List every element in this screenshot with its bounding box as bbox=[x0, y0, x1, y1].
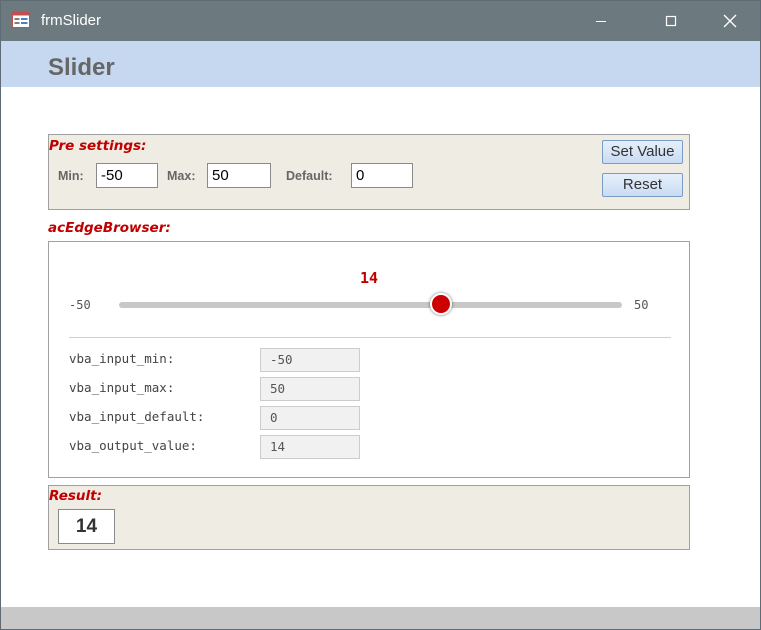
default-label: Default: bbox=[286, 169, 333, 183]
edge-browser-control[interactable]: 14 -50 50 vba_input_min: -50 vba_input_m… bbox=[48, 241, 690, 478]
result-panel: Result: 14 bbox=[48, 485, 690, 550]
form-header: Slider bbox=[1, 41, 760, 87]
title-bar: frmSlider bbox=[1, 1, 760, 41]
slider-min-label: -50 bbox=[69, 298, 91, 312]
vba-input-default-field: 0 bbox=[260, 406, 360, 430]
vba-input-min-label: vba_input_min: bbox=[69, 351, 175, 366]
reset-button[interactable]: Reset bbox=[602, 173, 683, 197]
slider-track[interactable] bbox=[119, 302, 622, 308]
result-value-box[interactable]: 14 bbox=[58, 509, 115, 544]
slider-thumb[interactable] bbox=[429, 293, 452, 315]
max-label: Max: bbox=[167, 169, 196, 183]
default-input[interactable]: 0 bbox=[351, 163, 413, 188]
maximize-button[interactable] bbox=[648, 1, 694, 41]
minimize-button[interactable] bbox=[578, 1, 624, 41]
presettings-panel: Pre settings: Min: -50 Max: 50 Default: … bbox=[48, 134, 690, 210]
window-title: frmSlider bbox=[41, 12, 102, 29]
vba-input-default-label: vba_input_default: bbox=[69, 409, 205, 424]
form-icon bbox=[12, 12, 30, 28]
minimize-icon bbox=[596, 21, 606, 22]
vba-output-value-label: vba_output_value: bbox=[69, 438, 197, 453]
slider-max-label: 50 bbox=[634, 298, 649, 312]
divider bbox=[69, 337, 671, 338]
close-icon bbox=[723, 14, 737, 28]
max-input[interactable]: 50 bbox=[207, 163, 271, 188]
result-label: Result: bbox=[49, 488, 103, 504]
set-value-button[interactable]: Set Value bbox=[602, 140, 683, 164]
browser-label: acEdgeBrowser: bbox=[48, 220, 171, 236]
access-form-window: frmSlider Slider Pre settings: Min: -50 … bbox=[0, 0, 761, 630]
form-title: Slider bbox=[48, 54, 115, 81]
close-button[interactable] bbox=[707, 1, 753, 41]
status-bar bbox=[1, 607, 760, 629]
min-input[interactable]: -50 bbox=[96, 163, 158, 188]
vba-input-max-field: 50 bbox=[260, 377, 360, 401]
vba-output-value-field: 14 bbox=[260, 435, 360, 459]
slider-value-display: 14 bbox=[359, 269, 379, 287]
presettings-label: Pre settings: bbox=[49, 138, 147, 154]
maximize-icon bbox=[665, 15, 677, 27]
vba-input-min-field: -50 bbox=[260, 348, 360, 372]
min-label: Min: bbox=[58, 169, 84, 183]
vba-input-max-label: vba_input_max: bbox=[69, 380, 175, 395]
